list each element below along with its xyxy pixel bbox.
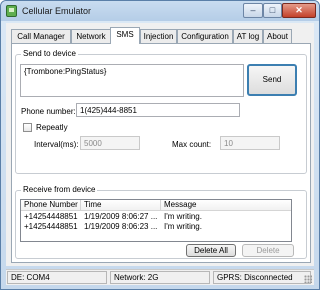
column-message[interactable]: Message — [161, 200, 291, 211]
resize-grip-icon[interactable] — [304, 275, 312, 283]
cell-time: 1/19/2009 8:06:23 ... — [84, 222, 158, 231]
tab-injection[interactable]: Injection — [140, 29, 177, 43]
client-area: Call Manager Network SMS Injection Confi… — [6, 23, 314, 266]
app-icon — [6, 5, 17, 17]
title-bar[interactable]: Cellular Emulator – □ ✕ — [1, 1, 319, 21]
send-button[interactable]: Send — [247, 64, 297, 96]
message-input[interactable]: {Trombone:PingStatus} — [20, 64, 244, 97]
list-item[interactable]: +14254448851 1/19/2009 8:06:23 ... I'm w… — [21, 222, 291, 232]
status-bar: DE: COM4 Network: 2G GPRS: Disconnected — [6, 269, 314, 285]
status-network: Network: 2G — [110, 271, 210, 284]
column-phone-number[interactable]: Phone Number — [21, 200, 81, 211]
cell-message: I'm writing. — [164, 222, 202, 231]
delete-button[interactable]: Delete — [242, 244, 294, 257]
repeatly-label: Repeatly — [36, 123, 68, 132]
app-window: Cellular Emulator – □ ✕ Call Manager Net… — [0, 0, 320, 290]
minimize-button[interactable]: – — [243, 3, 263, 18]
receive-from-device-group: Receive from device Phone Number Time Me… — [15, 185, 307, 259]
list-item[interactable]: +14254448851 1/19/2009 8:06:27 ... I'm w… — [21, 212, 291, 222]
tab-configuration[interactable]: Configuration — [177, 29, 233, 43]
cell-phone-number: +14254448851 — [24, 222, 78, 231]
window-title: Cellular Emulator — [22, 6, 92, 16]
received-messages-list[interactable]: Phone Number Time Message +14254448851 1… — [20, 199, 292, 242]
cell-time: 1/19/2009 8:06:27 ... — [84, 212, 158, 221]
cell-phone-number: +14254448851 — [24, 212, 78, 221]
send-group-label: Send to device — [21, 49, 78, 58]
interval-input[interactable]: 5000 — [80, 136, 140, 150]
phone-number-input[interactable]: 1(425)444-8851 — [76, 103, 240, 117]
max-count-input[interactable]: 10 — [220, 136, 280, 150]
phone-number-label: Phone number: — [21, 107, 76, 116]
tab-network[interactable]: Network — [71, 29, 111, 43]
repeatly-checkbox[interactable] — [23, 123, 32, 132]
status-de: DE: COM4 — [7, 271, 107, 284]
delete-all-button[interactable]: Delete All — [186, 244, 236, 257]
max-count-label: Max count: — [172, 140, 212, 149]
receive-group-label: Receive from device — [21, 185, 98, 194]
column-time[interactable]: Time — [81, 200, 161, 211]
sms-panel: Send to device {Trombone:PingStatus} Sen… — [11, 43, 311, 263]
interval-label: Interval(ms): — [34, 140, 79, 149]
send-to-device-group: Send to device {Trombone:PingStatus} Sen… — [15, 49, 307, 174]
maximize-button[interactable]: □ — [263, 3, 282, 18]
close-button[interactable]: ✕ — [282, 3, 316, 18]
status-gprs: GPRS: Disconnected — [213, 271, 311, 284]
tab-about[interactable]: About — [263, 29, 292, 43]
list-header: Phone Number Time Message — [21, 200, 291, 211]
tab-sms[interactable]: SMS — [110, 27, 140, 44]
cell-message: I'm writing. — [164, 212, 202, 221]
tab-call-manager[interactable]: Call Manager — [11, 29, 71, 43]
tab-at-log[interactable]: AT log — [233, 29, 263, 43]
